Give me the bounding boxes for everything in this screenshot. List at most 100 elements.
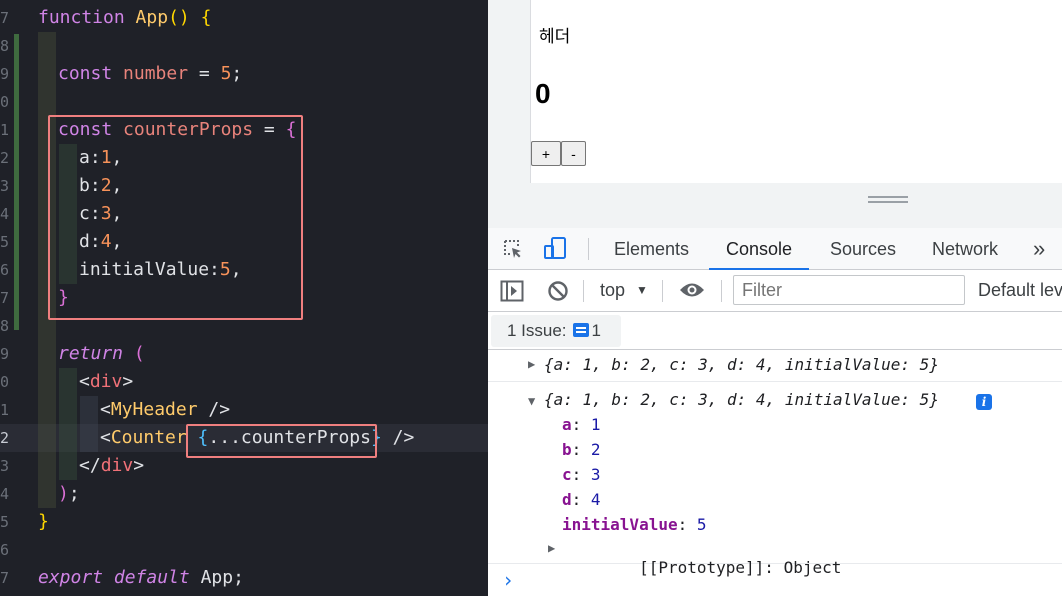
console-prompt-icon[interactable]: ›: [502, 568, 514, 592]
object-property[interactable]: initialValue: 5: [562, 515, 707, 534]
line-number: 6: [0, 541, 10, 559]
live-expression-eye-icon[interactable]: [679, 281, 705, 304]
tab-separator: [588, 238, 589, 260]
property-separator: :: [571, 465, 591, 484]
context-selector-label: top: [600, 280, 626, 300]
counter-value: 0: [535, 78, 551, 109]
line-number: 2: [0, 429, 10, 447]
object-property[interactable]: d: 4: [562, 490, 601, 509]
toolbar-separator: [583, 280, 584, 302]
increment-button[interactable]: +: [531, 141, 561, 166]
code-line[interactable]: 8: [0, 32, 488, 60]
decrement-button[interactable]: -: [561, 141, 586, 166]
code-token: >: [133, 455, 145, 476]
collapse-triangle-icon[interactable]: ▼: [528, 394, 535, 408]
prototype-label: [[Prototype]]: [639, 558, 765, 577]
console-filter-input[interactable]: [733, 275, 965, 305]
code-line[interactable]: 7 function App() {: [0, 4, 488, 32]
inspect-element-icon[interactable]: [502, 238, 524, 260]
toolbar-separator: [721, 280, 722, 302]
line-number: 3: [0, 457, 10, 475]
context-selector[interactable]: top ▼: [600, 280, 648, 301]
code-token: >: [122, 371, 134, 392]
code-line[interactable]: 9 const number = 5;: [0, 60, 488, 88]
indent-guide: [59, 452, 77, 480]
indent-guide: [38, 32, 56, 60]
line-number: 3: [0, 177, 10, 195]
code-token: }: [38, 511, 49, 532]
code-text: return (: [58, 340, 145, 368]
more-tabs-chevron-icon[interactable]: »: [1033, 228, 1045, 270]
property-value: 1: [590, 415, 601, 434]
object-property[interactable]: c: 3: [562, 465, 601, 484]
code-line[interactable]: 4);: [0, 480, 488, 508]
code-text: const number = 5;: [58, 60, 242, 88]
tab-network[interactable]: Network: [932, 228, 998, 270]
property-separator: :: [571, 415, 591, 434]
tab-sources[interactable]: Sources: [830, 228, 896, 270]
code-token: <: [79, 371, 90, 392]
prototype-expand-triangle-icon[interactable]: ▶: [548, 541, 555, 555]
code-line[interactable]: 0: [0, 88, 488, 116]
indent-guide: [80, 396, 98, 424]
line-number: 1: [0, 121, 10, 139]
device-toggle-icon[interactable]: [543, 236, 569, 262]
code-line[interactable]: 9 return (: [0, 340, 488, 368]
clear-console-icon[interactable]: [547, 280, 569, 307]
console-message: ▼ {a: 1, b: 2, c: 3, d: 4, initialValue:…: [488, 382, 1062, 577]
object-property[interactable]: a: 1: [562, 415, 601, 434]
tab-console[interactable]: Console: [709, 228, 810, 270]
expand-triangle-icon[interactable]: ▶: [528, 357, 535, 371]
code-token: div: [100, 455, 134, 476]
line-number: 2: [0, 149, 10, 167]
code-token: </: [79, 455, 101, 476]
code-text: export default App;: [38, 564, 244, 592]
code-line[interactable]: 6: [0, 536, 488, 564]
property-name: b: [562, 440, 572, 459]
indent-guide: [59, 424, 77, 452]
line-number: 7: [0, 9, 10, 27]
line-number: 0: [0, 373, 10, 391]
property-name: c: [562, 465, 572, 484]
console-toolbar: top ▼ Default lev: [488, 270, 1062, 312]
code-token: Counter: [110, 427, 187, 448]
code-token: ;: [231, 63, 243, 84]
prototype-entry[interactable]: [[Prototype]]: Object: [562, 539, 841, 596]
gutter-modified-bar: [14, 34, 19, 330]
line-number: 5: [0, 233, 10, 251]
line-number: 9: [0, 65, 10, 83]
log-level-selector[interactable]: Default lev: [978, 280, 1062, 301]
code-line[interactable]: 1 <MyHeader />: [0, 396, 488, 424]
code-line[interactable]: 0 <div>: [0, 368, 488, 396]
line-number: 6: [0, 261, 10, 279]
line-number: 0: [0, 93, 10, 111]
issues-count: 1: [591, 321, 602, 340]
resize-handle[interactable]: [868, 196, 908, 203]
info-icon[interactable]: i: [976, 394, 992, 410]
sidebar-toggle-icon[interactable]: [500, 280, 524, 307]
tab-elements[interactable]: Elements: [614, 228, 689, 270]
issues-button[interactable]: 1 Issue: 1: [491, 315, 621, 347]
object-preview[interactable]: {a: 1, b: 2, c: 3, d: 4, initialValue: 5…: [544, 390, 939, 409]
code-text: }: [38, 508, 49, 536]
object-preview[interactable]: {a: 1, b: 2, c: 3, d: 4, initialValue: 5…: [544, 355, 939, 374]
object-property[interactable]: b: 2: [562, 440, 601, 459]
code-editor[interactable]: 7 export default App; 6 5} 4); 3 </div> 2 <Count…: [0, 0, 488, 596]
devtools-panel: Elements Console Sources Network » top ▼…: [488, 228, 1062, 596]
code-token: const: [58, 63, 124, 84]
code-token: export default: [38, 567, 201, 588]
line-number: 1: [0, 401, 10, 419]
indent-guide: [38, 368, 56, 396]
issues-bar: 1 Issue: 1: [488, 312, 1062, 350]
line-number: 8: [0, 37, 10, 55]
code-line[interactable]: 7 export default App;: [0, 564, 488, 592]
spread-props-highlight-box: [186, 424, 377, 458]
code-text: <MyHeader />: [100, 396, 230, 424]
indent-guide: [38, 424, 56, 452]
indent-guide: [38, 340, 56, 368]
code-text: </div>: [79, 452, 144, 480]
line-number: 4: [0, 205, 10, 223]
code-line[interactable]: 5}: [0, 508, 488, 536]
code-token: <: [100, 399, 111, 420]
